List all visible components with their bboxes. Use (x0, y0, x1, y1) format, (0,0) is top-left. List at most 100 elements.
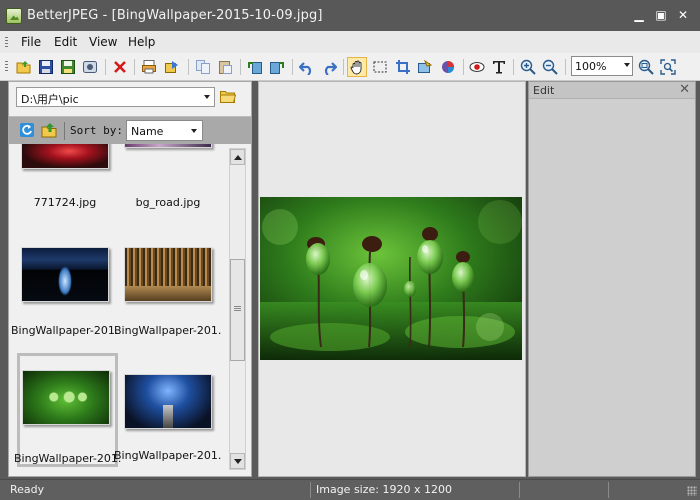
toolbar-separator (292, 59, 293, 75)
thumbnail-item-selected[interactable]: BingWallpaper-201... (14, 353, 122, 467)
thumbnail-caption: BingWallpaper-201... (114, 449, 222, 462)
paste-icon[interactable] (215, 57, 235, 77)
refresh-icon[interactable] (19, 122, 35, 138)
color-icon[interactable] (438, 57, 458, 77)
menu-file[interactable]: File (21, 35, 41, 49)
window-title: BetterJPEG - [BingWallpaper-2015-10-09.j… (27, 8, 323, 23)
image-viewer[interactable] (258, 81, 526, 477)
thumbnail-detail (163, 405, 173, 428)
folder-path-combo[interactable]: D:\用户\pic (16, 87, 215, 107)
browse-folder-icon[interactable] (220, 89, 237, 103)
rotate-right-icon[interactable] (267, 57, 287, 77)
delete-icon[interactable] (110, 57, 130, 77)
print-icon[interactable] (139, 57, 159, 77)
toolbar-separator (565, 59, 566, 75)
zoom-fit-icon[interactable] (636, 57, 656, 77)
zoom-actual-icon[interactable] (658, 57, 678, 77)
sort-by-select[interactable]: Name (126, 120, 203, 141)
thumbnail-item[interactable]: BingWallpaper-201... (11, 240, 119, 352)
folder-path-value: D:\用户\pic (21, 93, 79, 106)
menu-bar: File Edit View Help (0, 31, 700, 53)
open-icon[interactable] (14, 57, 34, 77)
status-image-size: Image size: 1920 x 1200 (316, 483, 452, 496)
zoom-select[interactable]: 100% (571, 56, 633, 76)
thumbnail-image (21, 144, 109, 169)
folder-up-icon[interactable] (41, 122, 57, 138)
save-all-icon[interactable] (80, 57, 100, 77)
app-logo-icon (6, 8, 22, 24)
thumbnail-image (124, 247, 212, 302)
thumbnail-grid: 771724.jpg bg_road.jpg BingWallpaper-201… (9, 144, 229, 476)
edit-panel: Edit ✕ (528, 81, 696, 477)
toolbar-grip[interactable] (5, 61, 8, 73)
scroll-down-arrow-icon (234, 459, 242, 464)
red-eye-icon[interactable] (467, 57, 487, 77)
status-ready: Ready (10, 483, 45, 496)
scroll-up-button[interactable] (230, 149, 245, 165)
minimize-button[interactable]: ▁ (631, 7, 647, 23)
select-tool-icon[interactable] (370, 57, 390, 77)
zoom-value: 100% (575, 60, 607, 73)
close-icon[interactable]: ✕ (679, 82, 690, 97)
thumbnail-caption: bg_road.jpg (135, 196, 201, 209)
scrollbar-thumb[interactable] (230, 259, 245, 361)
hand-tool-icon[interactable] (347, 57, 367, 77)
menu-help[interactable]: Help (128, 35, 155, 49)
close-button[interactable]: ✕ (675, 7, 691, 23)
undo-icon[interactable] (297, 57, 317, 77)
thumbnail-image (21, 247, 109, 302)
rotate-left-icon[interactable] (245, 57, 265, 77)
zoom-out-icon[interactable] (540, 57, 560, 77)
crop-icon[interactable] (393, 57, 413, 77)
toolbar-separator (105, 59, 106, 75)
chevron-down-icon (624, 63, 630, 67)
adjust-icon[interactable] (415, 57, 435, 77)
resize-grip[interactable] (687, 486, 697, 496)
save-icon[interactable] (36, 57, 56, 77)
sort-by-label: Sort by: (70, 124, 123, 137)
menu-view[interactable]: View (89, 35, 117, 49)
thumbnail-item[interactable]: 771724.jpg (17, 144, 117, 216)
batch-icon[interactable] (162, 57, 182, 77)
toolbar-separator (513, 59, 514, 75)
text-tool-icon[interactable] (489, 57, 509, 77)
copy-icon[interactable] (193, 57, 213, 77)
thumbnail-image (124, 144, 212, 148)
chevron-down-icon (204, 95, 210, 99)
scroll-up-arrow-icon (234, 155, 242, 160)
thumbnail-image (124, 374, 212, 429)
sort-by-value: Name (131, 125, 164, 138)
toolbar-separator (188, 59, 189, 75)
thumbnail-item[interactable]: BingWallpaper-201... (114, 366, 222, 476)
toolbar-separator (240, 59, 241, 75)
sort-toolbar: Sort by: Name (9, 116, 251, 144)
menu-edit[interactable]: Edit (54, 35, 77, 49)
toolbar-separator (463, 59, 464, 75)
thumbnail-caption: BingWallpaper-201... (11, 324, 119, 337)
status-separator (310, 482, 311, 498)
menubar-grip[interactable] (5, 37, 8, 48)
scroll-down-button[interactable] (230, 453, 245, 469)
thumbnail-item[interactable]: BingWallpaper-201... (114, 240, 222, 352)
title-bar: BetterJPEG - [BingWallpaper-2015-10-09.j… (0, 0, 700, 31)
toolbar-separator (343, 59, 344, 75)
file-browser-pane: D:\用户\pic Sort by: Name 771724.jpg bg_ro… (8, 81, 252, 477)
edit-panel-title: Edit (533, 84, 555, 97)
main-image-picture (260, 197, 522, 360)
thumbnail-caption: BingWallpaper-201... (114, 324, 222, 337)
maximize-button[interactable]: ▣ (653, 7, 669, 23)
redo-icon[interactable] (319, 57, 339, 77)
thumbnail-detail (125, 286, 211, 301)
main-image (260, 197, 522, 360)
save-as-icon[interactable] (58, 57, 78, 77)
thumbnail-item[interactable]: bg_road.jpg (120, 144, 220, 216)
thumbnail-caption: BingWallpaper-201... (14, 452, 122, 465)
thumbnail-detail (45, 389, 89, 405)
thumbnail-scrollbar[interactable] (229, 148, 246, 470)
status-separator (608, 482, 609, 498)
toolbar-separator (134, 59, 135, 75)
sortbar-separator (64, 122, 65, 140)
status-bar: Ready Image size: 1920 x 1200 (0, 479, 700, 500)
status-separator (519, 482, 520, 498)
zoom-in-icon[interactable] (518, 57, 538, 77)
